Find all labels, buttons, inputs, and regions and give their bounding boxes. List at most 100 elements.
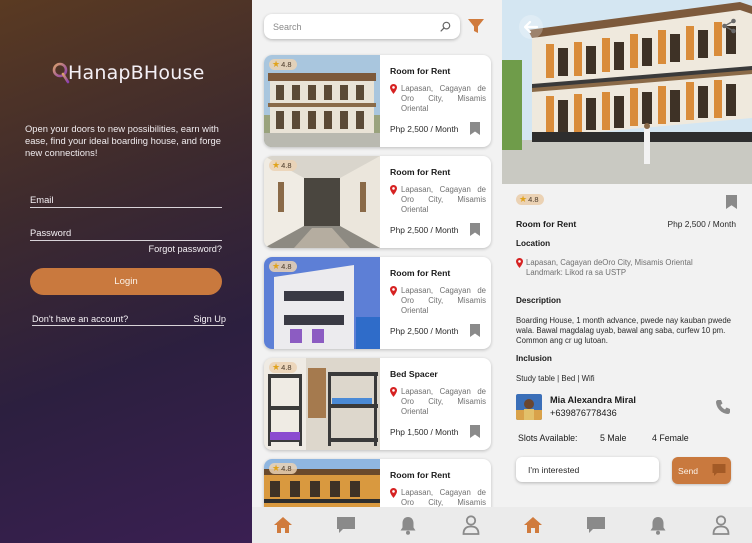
- inclusion-text: Study table | Bed | Wifi: [516, 374, 595, 383]
- bookmark-icon[interactable]: [470, 122, 480, 135]
- rating-value: 4.8: [281, 363, 292, 372]
- slots-label: Slots Available:: [518, 433, 578, 443]
- no-account-label: Don't have an account?: [32, 314, 129, 324]
- send-button[interactable]: Send: [672, 457, 731, 484]
- star-icon: ★: [272, 362, 281, 372]
- listing-title: Room for Rent: [390, 66, 451, 76]
- login-button[interactable]: Login: [30, 268, 222, 295]
- rating-value: 4.8: [281, 161, 292, 170]
- listing-title: Room for Rent: [390, 470, 451, 480]
- search-icon[interactable]: [440, 21, 451, 32]
- bookmark-icon[interactable]: [470, 324, 480, 337]
- nav-home[interactable]: [273, 515, 293, 535]
- forgot-password-link[interactable]: Forgot password?: [148, 244, 222, 254]
- search-input[interactable]: Search: [273, 22, 302, 32]
- email-field[interactable]: Email: [30, 194, 222, 208]
- home-icon: [274, 517, 293, 533]
- password-field[interactable]: Password: [30, 227, 222, 241]
- rating-value: 4.8: [281, 60, 292, 69]
- rating-badge: ★ 4.8: [269, 261, 297, 272]
- signup-link[interactable]: Sign Up: [193, 314, 226, 324]
- nav-notifications[interactable]: [648, 515, 668, 535]
- home-icon: [524, 517, 543, 533]
- location-text: Lapasan, Cagayan de Oro City, Misamis Or…: [401, 84, 486, 113]
- password-label: Password: [30, 227, 72, 238]
- location-landmark: Landmark: Likod ra sa USTP: [526, 268, 627, 277]
- listing-price: Php 2,500 / Month: [390, 326, 459, 336]
- app-logo: HanapBHouse: [52, 62, 204, 84]
- search-bar[interactable]: Search: [264, 14, 460, 39]
- listing-card[interactable]: ★ 4.8 Bed Spacer Lapasan, Cagayan de Oro …: [264, 358, 491, 450]
- listing-price: Php 1,500 / Month: [390, 427, 459, 437]
- description-heading: Description: [516, 296, 562, 305]
- slots-male: 5 Male: [600, 433, 627, 443]
- phone-icon[interactable]: [715, 399, 731, 415]
- share-icon[interactable]: [721, 18, 737, 34]
- location-text: Lapasan, Cagayan de Oro City, Misamis Or…: [401, 387, 486, 416]
- star-icon: ★: [519, 194, 528, 204]
- listing-location: Lapasan, Cagayan de Oro City, Misamis Or…: [390, 286, 486, 316]
- message-input[interactable]: I'm interested: [516, 457, 659, 482]
- nav-notifications[interactable]: [398, 515, 418, 535]
- nav-home[interactable]: [523, 515, 543, 535]
- back-button[interactable]: [519, 15, 543, 39]
- rating-badge: ★ 4.8: [269, 59, 297, 70]
- inclusion-heading: Inclusion: [516, 354, 552, 363]
- description-text: Boarding House, 1 month advance, pwede n…: [516, 316, 731, 345]
- signup-row: Don't have an account? Sign Up: [32, 314, 226, 326]
- bookmark-icon[interactable]: [726, 195, 737, 209]
- filter-icon[interactable]: [467, 17, 485, 35]
- user-icon: [712, 515, 730, 535]
- logo-text: HanapBHouse: [68, 62, 205, 84]
- chat-icon: [336, 517, 355, 533]
- rating-badge: ★ 4.8: [269, 463, 297, 474]
- nav-messages[interactable]: [586, 515, 606, 535]
- nav-messages[interactable]: [336, 515, 356, 535]
- listing-price: Php 2,500 / Month: [667, 219, 736, 229]
- listing-location: Lapasan, Cagayan de Oro City, Misamis Or…: [390, 185, 486, 215]
- listing-title: Bed Spacer: [390, 369, 438, 379]
- star-icon: ★: [272, 160, 281, 170]
- rating-value: 4.8: [281, 262, 292, 271]
- owner-name: Mia Alexandra Miral: [550, 395, 636, 405]
- nav-profile[interactable]: [711, 515, 731, 535]
- rating-badge: ★ 4.8: [516, 194, 544, 205]
- location-text: Lapasan, Cagayan de Oro City, Misamis Or…: [401, 286, 486, 315]
- rating-value: 4.8: [528, 195, 539, 204]
- login-screen: HanapBHouse Open your doors to new possi…: [0, 0, 252, 543]
- bookmark-icon[interactable]: [470, 425, 480, 438]
- bookmark-icon[interactable]: [470, 223, 480, 236]
- listing-card[interactable]: ★ 4.8 Room for Rent Lapasan, Cagayan de O…: [264, 55, 491, 147]
- location-pin-icon: [390, 387, 397, 397]
- rating-badge: ★ 4.8: [269, 362, 297, 373]
- star-icon: ★: [272, 59, 281, 69]
- avatar: [516, 394, 542, 420]
- star-icon: ★: [272, 261, 281, 271]
- listing-card[interactable]: ★ 4.8 Room for Rent Lapasan, Cagayan de O…: [264, 257, 491, 349]
- listing-price: Php 2,500 / Month: [390, 124, 459, 134]
- send-label: Send: [678, 465, 699, 476]
- nav-profile[interactable]: [461, 515, 481, 535]
- location-address: Lapasan, Cagayan deOro City, Misamis Ori…: [526, 258, 693, 267]
- listing-screen: Search ★ 4.8 Room for Rent Lapasan, Cagay…: [252, 0, 502, 543]
- email-label: Email: [30, 194, 54, 205]
- bottom-nav: [502, 507, 752, 543]
- location-pin-icon: [390, 286, 397, 296]
- owner-contact: Mia Alexandra Miral +639876778436: [516, 394, 738, 422]
- user-icon: [462, 515, 480, 535]
- location-heading: Location: [516, 239, 551, 248]
- rating-badge: ★ 4.8: [269, 160, 297, 171]
- slots-female: 4 Female: [652, 433, 689, 443]
- bell-icon: [650, 516, 666, 535]
- listing-card[interactable]: ★ 4.8 Room for Rent Lapasan, Cagayan de O…: [264, 156, 491, 248]
- listing-title: Room for Rent: [390, 268, 451, 278]
- bell-icon: [400, 516, 416, 535]
- location-details: Lapasan, Cagayan deOro City, Misamis Ori…: [516, 258, 738, 278]
- chat-icon: [586, 517, 605, 533]
- listing-location: Lapasan, Cagayan de Oro City, Misamis Or…: [390, 84, 486, 114]
- location-pin-logo-icon: [52, 62, 70, 84]
- star-icon: ★: [272, 463, 281, 473]
- listing-title: Room for Rent: [390, 167, 451, 177]
- chat-send-icon: [712, 464, 726, 476]
- listing-location: Lapasan, Cagayan de Oro City, Misamis Or…: [390, 387, 486, 417]
